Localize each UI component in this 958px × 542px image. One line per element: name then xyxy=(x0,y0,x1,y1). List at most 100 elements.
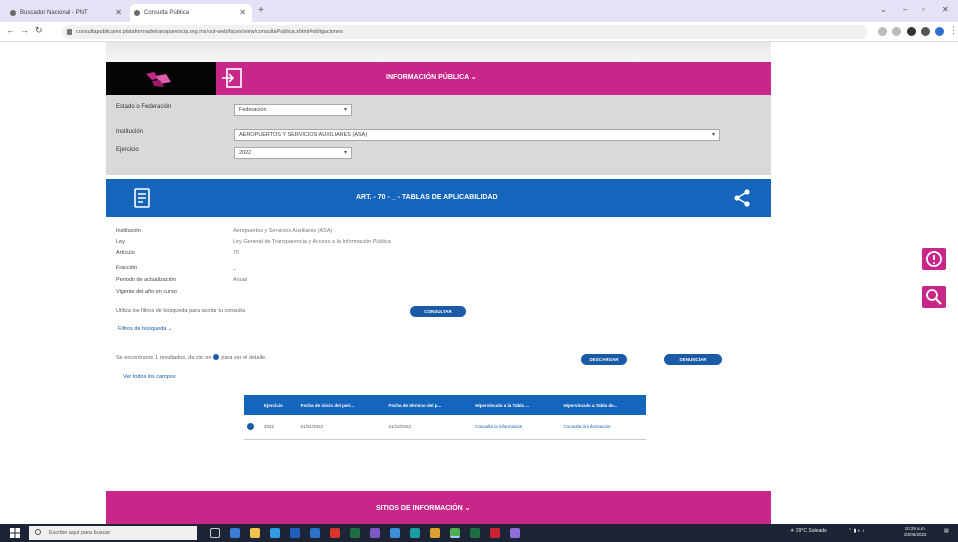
header-menu-title[interactable]: INFORMACIÓN PÚBLICA ⌄ xyxy=(386,73,477,81)
file-explorer-icon[interactable] xyxy=(250,528,260,538)
table-cell: 2022 xyxy=(258,415,295,440)
extensions-icon[interactable] xyxy=(907,27,916,36)
institucion-label: Institución xyxy=(116,129,144,135)
report-button[interactable]: DENUNCIAR xyxy=(664,354,722,365)
all-fields-link[interactable]: Ver todos los campos xyxy=(123,374,176,380)
address-bar-row: ← → ↻ consultapublicamx.plataformadetran… xyxy=(0,22,958,42)
forward-icon[interactable]: → xyxy=(20,25,29,35)
results-table: Ejercicio Fecha de inicio del peri... Fe… xyxy=(244,395,646,440)
lock-icon xyxy=(67,29,72,35)
table-header-row: Ejercicio Fecha de inicio del peri... Fe… xyxy=(244,395,646,415)
bookmark-star-icon[interactable] xyxy=(892,27,901,36)
footer-menu-title[interactable]: SITIOS DE INFORMACIÓN ⌄ xyxy=(376,504,471,512)
chrome-icon[interactable] xyxy=(450,528,460,538)
detail-label: Ley xyxy=(116,239,125,245)
ejercicio-value: 2022 xyxy=(239,150,252,156)
tab-close-icon[interactable]: ✕ xyxy=(115,4,122,22)
ejercicio-select[interactable]: 2022 ▾ xyxy=(234,147,352,159)
back-icon[interactable]: ← xyxy=(6,25,15,35)
share-icon[interactable] xyxy=(734,189,750,207)
taskbar-app-icon[interactable] xyxy=(410,528,420,538)
table-row: 2022 01/01/2022 31/12/2022 Consulta la i… xyxy=(244,415,646,440)
tab-label: Consulta Pública xyxy=(144,10,190,16)
results-found-text: Se encontraron 1 resultados, da clic en xyxy=(116,355,212,361)
taskbar-app-icon[interactable] xyxy=(310,528,320,538)
detail-value: Aeropuertos y Servicios Auxiliares (ASA) xyxy=(233,228,333,234)
taskbar-search-input[interactable]: Escribe aquí para buscar xyxy=(29,526,197,540)
search-icon xyxy=(35,529,41,535)
pnt-logo-icon xyxy=(146,72,171,87)
share-page-icon[interactable] xyxy=(878,27,887,36)
weather-widget[interactable]: ☀ 29°C Soleado xyxy=(790,528,827,534)
sidebar-icon[interactable] xyxy=(921,27,930,36)
powerpoint-icon[interactable] xyxy=(330,528,340,538)
accessibility-float-button[interactable] xyxy=(922,286,946,308)
excel-icon[interactable] xyxy=(350,528,360,538)
maximize-icon[interactable]: ▫ xyxy=(922,5,925,14)
footer-bar: SITIOS DE INFORMACIÓN ⌄ xyxy=(106,491,771,524)
outlook-icon[interactable] xyxy=(390,528,400,538)
notifications-icon[interactable]: ▤ xyxy=(944,528,949,534)
minimize-icon[interactable]: – xyxy=(903,5,907,14)
table-cell: 01/01/2022 xyxy=(294,415,383,440)
detail-value: _ xyxy=(233,265,237,271)
clock-date: 20/06/2022 xyxy=(904,532,927,537)
search-filters-link[interactable]: Filtros de búsqueda ⌄ xyxy=(118,326,172,332)
logo-area xyxy=(106,62,216,95)
taskbar-app-icon[interactable] xyxy=(230,528,240,538)
task-view-icon[interactable] xyxy=(210,528,220,538)
word-icon[interactable] xyxy=(290,528,300,538)
institucion-select[interactable]: AEROPUERTOS Y SERVICIOS AUXILIARES (ASA)… xyxy=(234,129,720,141)
teams-icon[interactable] xyxy=(370,528,380,538)
table-header-cell[interactable]: Hipervínculo a la Tabla ... xyxy=(469,395,558,415)
row-detail-icon[interactable] xyxy=(247,422,254,430)
taskbar-app-icon[interactable] xyxy=(470,528,480,538)
table-header-cell[interactable]: Hipervínculo a Tabla de... xyxy=(557,395,646,415)
browser-tab-consulta[interactable]: Consulta Pública ✕ xyxy=(130,4,252,22)
estado-select[interactable]: Federación ▾ xyxy=(234,104,352,116)
top-strip xyxy=(106,42,771,62)
institucion-value: AEROPUERTOS Y SERVICIOS AUXILIARES (ASA) xyxy=(239,132,368,138)
url-field[interactable]: consultapublicamx.plataformadetransparen… xyxy=(62,25,868,39)
help-float-button[interactable] xyxy=(922,248,946,270)
detail-value: 70 xyxy=(233,250,240,256)
login-icon[interactable] xyxy=(220,67,244,89)
caret-down-icon: ▾ xyxy=(711,132,715,138)
taskbar-app-icon[interactable] xyxy=(430,528,440,538)
tab-close-icon[interactable]: ✕ xyxy=(239,4,246,22)
taskbar-app-icon[interactable] xyxy=(510,528,520,538)
taskbar-app-icon[interactable] xyxy=(490,528,500,538)
taskbar-search-placeholder: Escribe aquí para buscar xyxy=(49,530,111,536)
browser-tab-buscador[interactable]: Buscador Nacional - PNT ✕ xyxy=(6,4,128,22)
table-link-cell[interactable]: Consulta la información xyxy=(557,415,646,440)
reload-icon[interactable]: ↻ xyxy=(35,25,43,36)
caret-down-icon: ▾ xyxy=(343,150,347,156)
table-header-cell[interactable]: Fecha de inicio del peri... xyxy=(294,395,383,415)
alert-icon xyxy=(926,251,942,267)
detail-value: Ley General de Transparencia y Acceso a … xyxy=(233,239,391,245)
site-header: INFORMACIÓN PÚBLICA ⌄ xyxy=(106,62,771,95)
consultar-button[interactable]: CONSULTAR xyxy=(410,306,466,317)
estado-value: Federación xyxy=(239,107,267,113)
edge-icon[interactable] xyxy=(270,528,280,538)
table-link-cell[interactable]: Consulta la información xyxy=(469,415,558,440)
site-favicon-icon xyxy=(134,10,140,16)
windows-start-icon[interactable] xyxy=(10,528,20,538)
detail-label: Vigente del año en curso xyxy=(116,289,177,295)
page-content: INFORMACIÓN PÚBLICA ⌄ Estado o Federació… xyxy=(0,42,958,524)
url-text: consultapublicamx.plataformadetransparen… xyxy=(76,29,343,35)
tab-label: Buscador Nacional - PNT xyxy=(20,10,88,16)
system-tray-icons[interactable]: ⌃ ▮ ◐ ♪ xyxy=(848,528,865,534)
document-icon xyxy=(134,188,150,208)
profile-avatar-icon[interactable] xyxy=(935,27,944,36)
taskbar: Escribe aquí para buscar ☀ 29°C Soleado … xyxy=(0,524,958,542)
taskbar-clock[interactable]: 10:29 a.m. 20/06/2022 xyxy=(904,526,927,538)
chevron-down-icon[interactable]: ⌄ xyxy=(880,5,887,14)
table-header-cell xyxy=(244,395,258,415)
menu-kebab-icon[interactable]: ⋮ xyxy=(949,25,958,36)
close-window-icon[interactable]: ✕ xyxy=(942,5,949,14)
new-tab-icon[interactable]: + xyxy=(258,5,264,16)
table-header-cell[interactable]: Ejercicio xyxy=(258,395,295,415)
download-button[interactable]: DESCARGAR xyxy=(581,354,627,365)
table-header-cell[interactable]: Fecha de término del p... xyxy=(382,395,470,415)
